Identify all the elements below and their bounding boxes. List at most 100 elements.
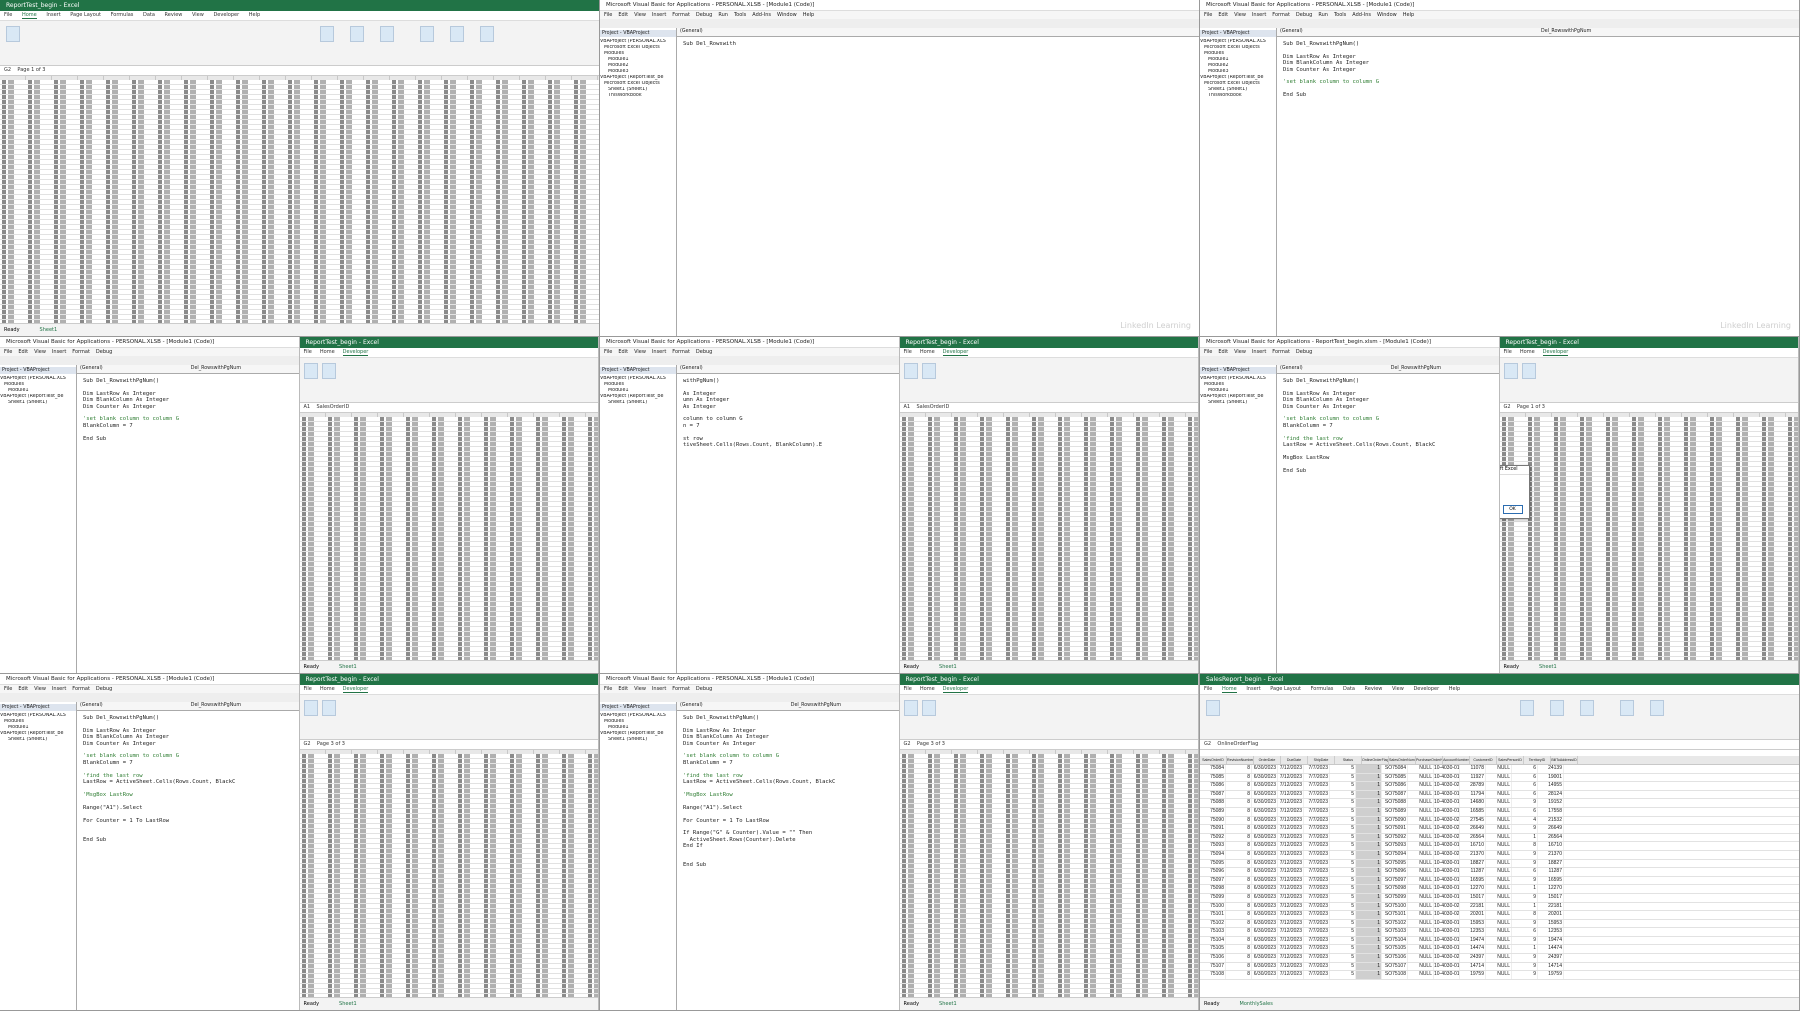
table-cell[interactable]: 11927 bbox=[1460, 773, 1486, 782]
table-cell[interactable]: 7/7/2023 bbox=[1304, 911, 1330, 919]
table-row[interactable]: 75084 8 6/30/2023 7/12/2023 7/7/2023 5 1 SO7508… bbox=[1200, 765, 1799, 774]
table-cell[interactable]: 8 bbox=[1512, 911, 1538, 919]
table-cell[interactable]: 15017 bbox=[1538, 893, 1564, 902]
table-cell[interactable]: 7/12/2023 bbox=[1278, 859, 1304, 868]
table-cell[interactable]: 10-4030-021370 bbox=[1434, 850, 1460, 859]
table-cell[interactable]: 5 bbox=[1330, 765, 1356, 773]
sheet-tab[interactable]: MonthlySales bbox=[1240, 1001, 1273, 1007]
table-row[interactable]: 75096 8 6/30/2023 7/12/2023 7/7/2023 5 1 SO7509… bbox=[1200, 868, 1799, 877]
table-cell[interactable]: 15953 bbox=[1538, 919, 1564, 928]
cell-styles-icon[interactable] bbox=[1580, 700, 1594, 716]
table-cell[interactable]: NULL bbox=[1408, 799, 1434, 807]
table-cell[interactable]: 7/7/2023 bbox=[1304, 765, 1330, 773]
menu-view[interactable]: View bbox=[34, 349, 46, 355]
procedure-combo[interactable] bbox=[788, 365, 899, 373]
table-cell[interactable]: 14474 bbox=[1538, 945, 1564, 954]
table-cell[interactable]: 16710 bbox=[1460, 842, 1486, 850]
table-cell[interactable]: SO75096 bbox=[1382, 868, 1408, 876]
visual-basic-icon[interactable] bbox=[303, 363, 318, 379]
table-cell[interactable]: 26649 bbox=[1460, 825, 1486, 833]
table-cell[interactable]: 6/30/2023 bbox=[1252, 782, 1278, 790]
menu-view[interactable]: View bbox=[34, 686, 46, 692]
table-cell[interactable]: 10-4030-016595 bbox=[1434, 876, 1460, 885]
table-cell[interactable]: 1 bbox=[1356, 962, 1382, 971]
table-cell[interactable]: 8 bbox=[1226, 816, 1252, 825]
table-cell[interactable]: 9 bbox=[1512, 893, 1538, 902]
table-cell[interactable]: 75092 bbox=[1200, 833, 1226, 842]
table-cell[interactable]: NULL bbox=[1408, 816, 1434, 825]
sheet-tab[interactable]: Sheet1 bbox=[939, 1001, 957, 1007]
table-cell[interactable]: 10-4030-016585 bbox=[1434, 807, 1460, 816]
table-cell[interactable]: SO75092 bbox=[1382, 833, 1408, 842]
table-cell[interactable]: 75088 bbox=[1200, 799, 1226, 807]
table-cell[interactable]: 24397 bbox=[1538, 954, 1564, 962]
table-cell[interactable]: 5 bbox=[1330, 919, 1356, 928]
table-row[interactable]: 75086 8 6/30/2023 7/12/2023 7/7/2023 5 1 SO7508… bbox=[1200, 782, 1799, 791]
table-cell[interactable]: NULL bbox=[1486, 790, 1512, 799]
tab-review[interactable]: Review bbox=[1365, 686, 1383, 692]
table-cell[interactable]: 7/7/2023 bbox=[1304, 859, 1330, 868]
conditional-format-icon[interactable] bbox=[1520, 700, 1534, 716]
table-cell[interactable]: 8 bbox=[1226, 773, 1252, 782]
table-cell[interactable]: SO75107 bbox=[1382, 962, 1408, 971]
table-cell[interactable]: 8 bbox=[1226, 954, 1252, 962]
table-cell[interactable]: NULL bbox=[1486, 833, 1512, 842]
menu-edit[interactable]: Edit bbox=[1218, 349, 1228, 355]
table-cell[interactable]: NULL bbox=[1408, 902, 1434, 911]
table-cell[interactable]: 9 bbox=[1512, 936, 1538, 945]
table-cell[interactable]: 6/30/2023 bbox=[1252, 936, 1278, 945]
table-cell[interactable]: 1 bbox=[1356, 773, 1382, 782]
table-cell[interactable]: 75085 bbox=[1200, 773, 1226, 782]
table-cell[interactable]: 5 bbox=[1330, 893, 1356, 902]
table-cell[interactable]: 6/30/2023 bbox=[1252, 928, 1278, 936]
column-header[interactable]: PurchaseOrderNumber bbox=[1416, 756, 1443, 764]
tab-file[interactable]: File bbox=[904, 349, 912, 355]
table-cell[interactable]: 7/12/2023 bbox=[1278, 954, 1304, 962]
table-cell[interactable]: 19759 bbox=[1538, 971, 1564, 979]
menu-view[interactable]: View bbox=[1234, 349, 1246, 355]
tab-view[interactable]: View bbox=[192, 12, 204, 18]
table-cell[interactable]: 28789 bbox=[1460, 782, 1486, 790]
macros-icon[interactable] bbox=[1521, 363, 1536, 379]
formula-bar[interactable]: A1 SalesOrderID bbox=[899, 403, 1198, 413]
table-cell[interactable]: 1 bbox=[1356, 807, 1382, 816]
table-cell[interactable]: NULL bbox=[1486, 962, 1512, 971]
formula-bar[interactable]: G2 Page 1 of 3 bbox=[1499, 403, 1798, 413]
table-row[interactable]: 75088 8 6/30/2023 7/12/2023 7/7/2023 5 1 SO7508… bbox=[1200, 799, 1799, 808]
table-cell[interactable]: 11287 bbox=[1538, 868, 1564, 876]
tab-home[interactable]: Home bbox=[320, 349, 335, 355]
table-cell[interactable]: 5 bbox=[1330, 816, 1356, 825]
table-cell[interactable]: 7/12/2023 bbox=[1278, 902, 1304, 911]
table-cell[interactable]: 19759 bbox=[1460, 971, 1486, 979]
table-cell[interactable]: 12353 bbox=[1538, 928, 1564, 936]
table-cell[interactable]: NULL bbox=[1486, 765, 1512, 773]
table-cell[interactable]: 8 bbox=[1226, 833, 1252, 842]
table-cell[interactable]: 7/12/2023 bbox=[1278, 876, 1304, 885]
table-cell[interactable]: NULL bbox=[1408, 842, 1434, 850]
menu-edit[interactable]: Edit bbox=[1218, 12, 1228, 18]
menu-help[interactable]: Help bbox=[803, 12, 814, 18]
tab-developer[interactable]: Developer bbox=[942, 349, 969, 356]
object-combo[interactable]: (General) bbox=[1277, 28, 1538, 36]
table-cell[interactable]: 18827 bbox=[1538, 859, 1564, 868]
table-cell[interactable]: 14680 bbox=[1460, 799, 1486, 807]
table-cell[interactable]: SO75099 bbox=[1382, 893, 1408, 902]
table-cell[interactable]: 7/12/2023 bbox=[1278, 971, 1304, 979]
table-cell[interactable]: 6/30/2023 bbox=[1252, 799, 1278, 807]
sheet-tab[interactable]: Sheet1 bbox=[339, 1001, 357, 1007]
table-cell[interactable]: 15953 bbox=[1460, 919, 1486, 928]
code-text[interactable]: Sub Del_RowswithPgNum() Dim LastRow As I… bbox=[1277, 374, 1499, 478]
tab-home[interactable]: Home bbox=[920, 349, 935, 355]
tree-item[interactable]: Sheet1 (Sheet1) bbox=[600, 737, 676, 743]
table-row[interactable]: 75091 8 6/30/2023 7/12/2023 7/7/2023 5 1 SO7509… bbox=[1200, 825, 1799, 834]
table-cell[interactable]: 7/7/2023 bbox=[1304, 842, 1330, 850]
table-cell[interactable]: 1 bbox=[1512, 833, 1538, 842]
table-cell[interactable]: 1 bbox=[1356, 799, 1382, 807]
table-cell[interactable]: 14474 bbox=[1460, 945, 1486, 954]
table-cell[interactable]: 7/12/2023 bbox=[1278, 799, 1304, 807]
table-row[interactable]: 75103 8 6/30/2023 7/12/2023 7/7/2023 5 1 SO7510… bbox=[1200, 928, 1799, 937]
insert-icon[interactable] bbox=[1620, 700, 1634, 716]
table-cell[interactable]: 6/30/2023 bbox=[1252, 842, 1278, 850]
menu-run[interactable]: Run bbox=[718, 12, 728, 18]
table-row[interactable]: 75097 8 6/30/2023 7/12/2023 7/7/2023 5 1 SO7509… bbox=[1200, 876, 1799, 886]
